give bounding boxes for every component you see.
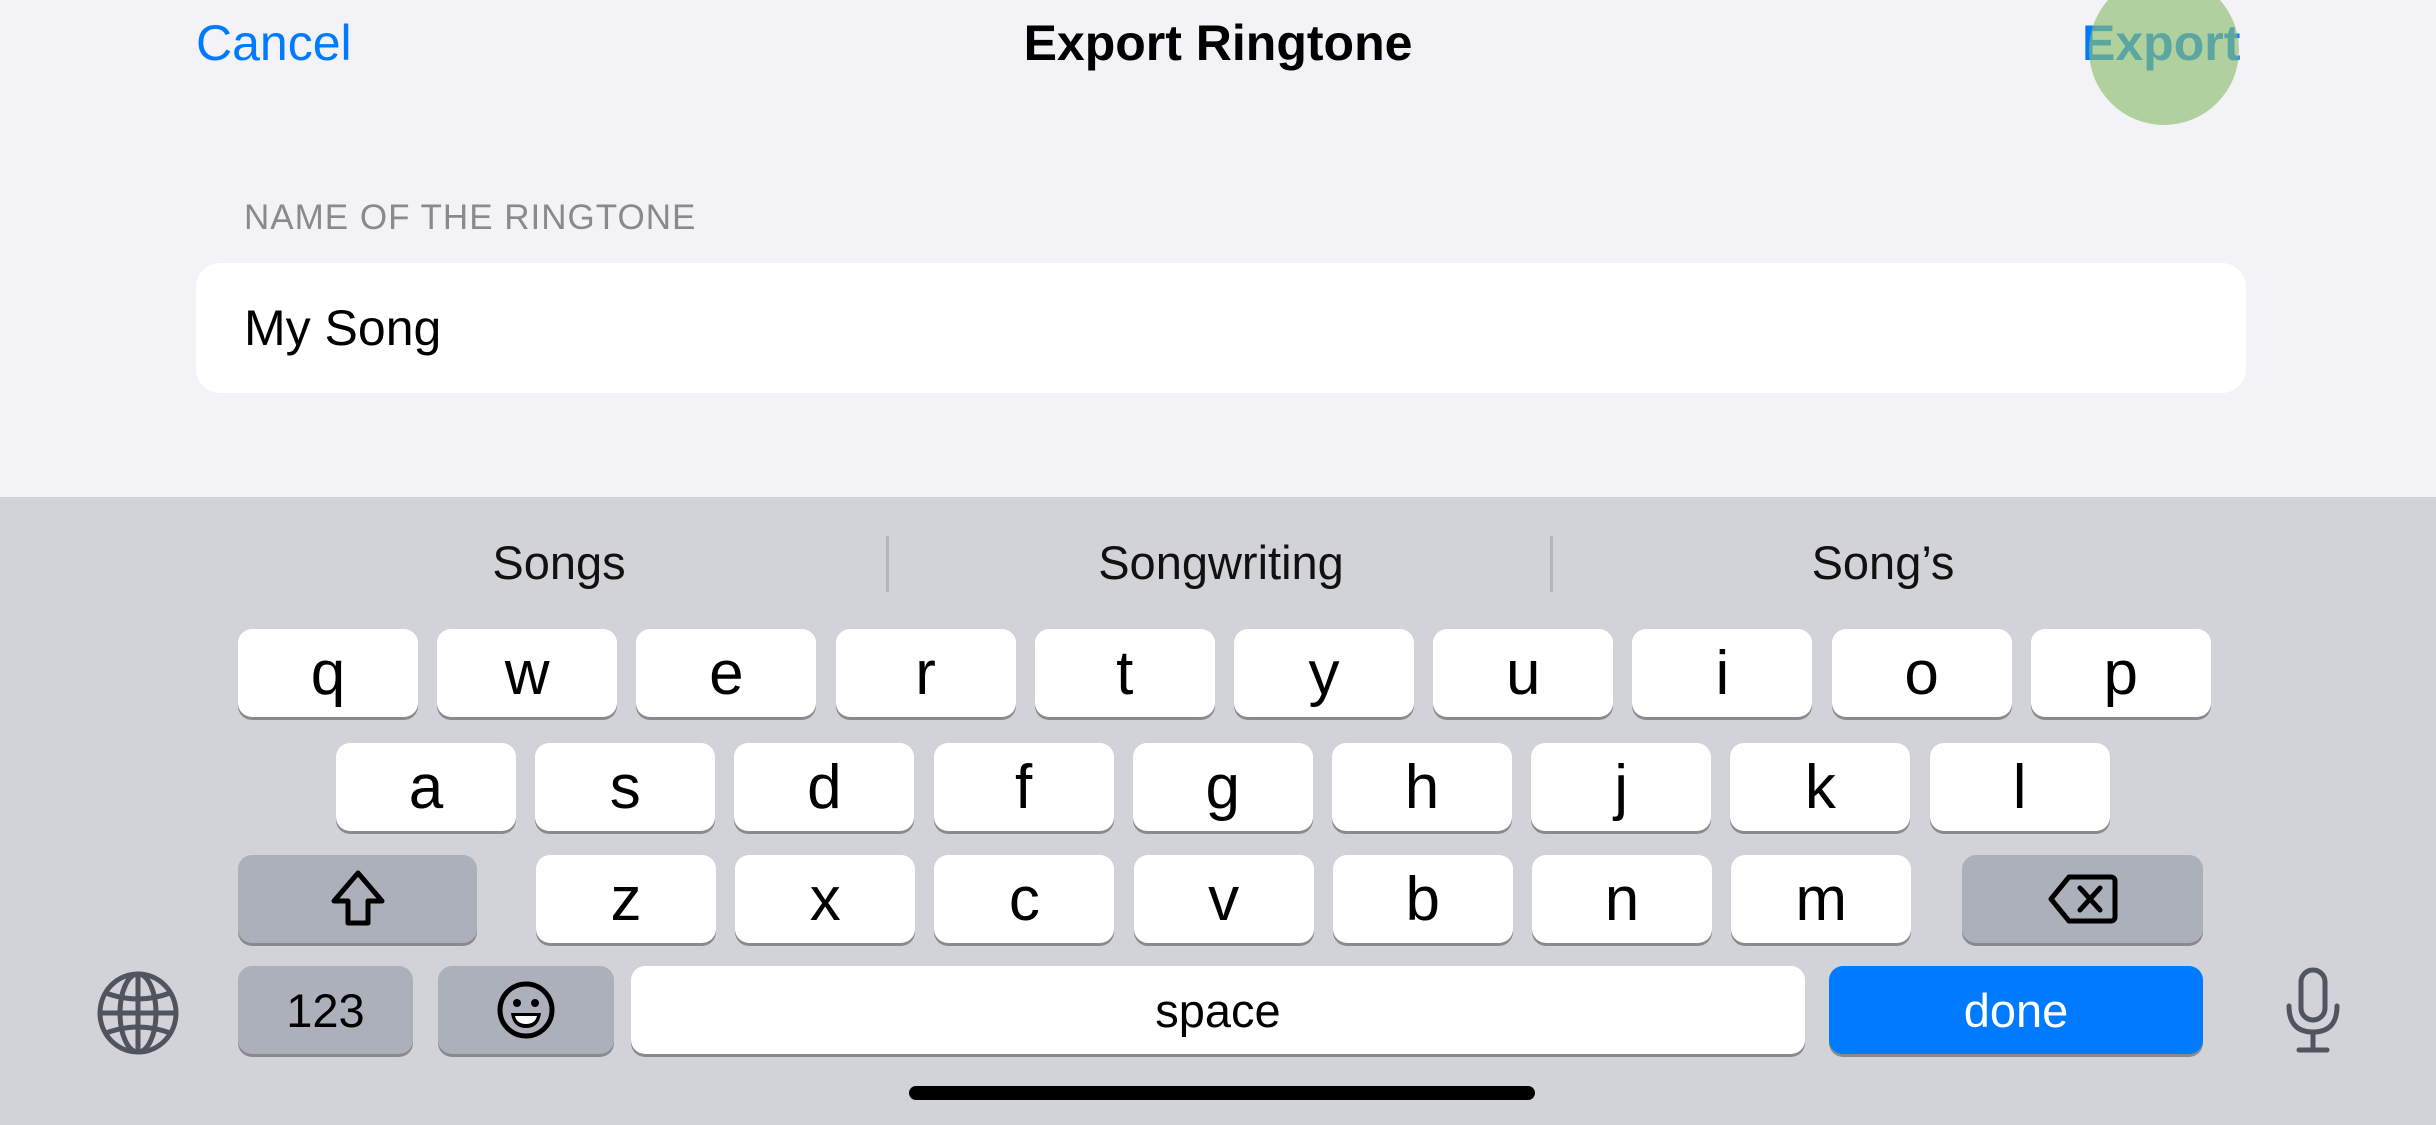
key-x[interactable]: x	[735, 855, 916, 943]
key-m[interactable]: m	[1731, 855, 1912, 943]
key-d[interactable]: d	[734, 743, 915, 831]
space-key[interactable]: space	[631, 966, 1805, 1054]
key-v[interactable]: v	[1133, 855, 1314, 943]
key-k[interactable]: k	[1730, 743, 1911, 831]
key-n[interactable]: n	[1532, 855, 1712, 943]
key-t[interactable]: t	[1034, 629, 1215, 717]
key-w[interactable]: w	[437, 629, 618, 717]
microphone-button[interactable]	[2281, 966, 2345, 1061]
key-a[interactable]: a	[336, 743, 516, 831]
microphone-icon	[2286, 967, 2340, 1053]
key-b[interactable]: b	[1332, 855, 1513, 943]
key-l[interactable]: l	[1929, 743, 2110, 831]
home-indicator[interactable]	[909, 1086, 1535, 1100]
key-y[interactable]: y	[1234, 629, 1414, 717]
emoji-icon	[497, 981, 555, 1039]
key-u[interactable]: u	[1433, 629, 1614, 717]
delete-icon	[2048, 874, 2117, 924]
ringtone-name-field[interactable]	[196, 263, 2246, 393]
key-z[interactable]: z	[536, 855, 716, 943]
key-q[interactable]: q	[238, 629, 418, 717]
key-r[interactable]: r	[835, 629, 1016, 717]
globe-icon	[97, 971, 179, 1055]
delete-key[interactable]	[1962, 855, 2203, 943]
key-o[interactable]: o	[1831, 629, 2012, 717]
suggestion-3[interactable]: Song’s	[1563, 535, 2203, 590]
key-c[interactable]: c	[934, 855, 1115, 943]
suggestion-divider	[1550, 536, 1553, 592]
shift-key[interactable]	[238, 855, 477, 943]
key-e[interactable]: e	[636, 629, 817, 717]
emoji-key[interactable]	[438, 966, 614, 1054]
ringtone-name-input[interactable]	[244, 263, 2194, 393]
key-h[interactable]: h	[1332, 743, 1512, 831]
page-title: Export Ringtone	[1023, 15, 1413, 71]
suggestion-1[interactable]: Songs	[239, 535, 879, 590]
ringtone-name-label: NAME OF THE RINGTONE	[244, 198, 697, 237]
export-button[interactable]: Export	[2082, 14, 2240, 72]
key-p[interactable]: p	[2030, 629, 2211, 717]
key-f[interactable]: f	[933, 743, 1114, 831]
suggestion-2[interactable]: Songwriting	[901, 535, 1541, 590]
key-g[interactable]: g	[1132, 743, 1313, 831]
key-i[interactable]: i	[1632, 629, 1813, 717]
globe-button[interactable]	[96, 971, 180, 1060]
key-j[interactable]: j	[1531, 743, 1712, 831]
done-key[interactable]: done	[1829, 966, 2203, 1054]
suggestion-divider	[886, 536, 889, 592]
shift-icon	[331, 870, 384, 926]
key-s[interactable]: s	[535, 743, 716, 831]
numbers-key[interactable]: 123	[238, 966, 413, 1054]
